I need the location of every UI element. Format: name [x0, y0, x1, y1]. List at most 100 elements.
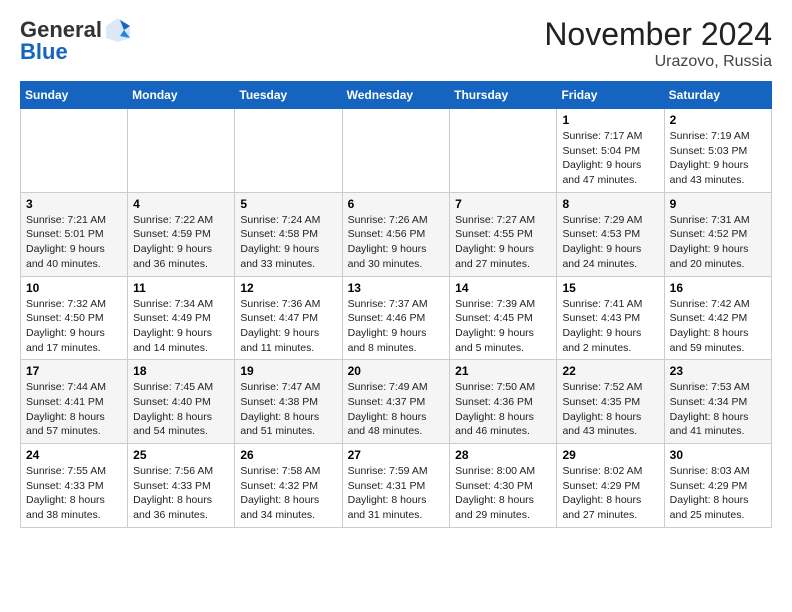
- col-friday: Friday: [557, 82, 664, 109]
- calendar-week-3: 10 Sunrise: 7:32 AM Sunset: 4:50 PM Dayli…: [21, 276, 772, 360]
- day-number: 24: [26, 448, 122, 462]
- day-info: Sunrise: 7:44 AM Sunset: 4:41 PM Dayligh…: [26, 380, 122, 439]
- table-row: 11 Sunrise: 7:34 AM Sunset: 4:49 PM Dayli…: [128, 276, 235, 360]
- table-row: 23 Sunrise: 7:53 AM Sunset: 4:34 PM Dayli…: [664, 360, 771, 444]
- day-number: 30: [670, 448, 766, 462]
- table-row: 18 Sunrise: 7:45 AM Sunset: 4:40 PM Dayli…: [128, 360, 235, 444]
- day-info: Sunrise: 7:24 AM Sunset: 4:58 PM Dayligh…: [240, 213, 336, 272]
- day-number: 3: [26, 197, 122, 211]
- month-title: November 2024: [544, 16, 772, 53]
- table-row: 7 Sunrise: 7:27 AM Sunset: 4:55 PM Daylig…: [450, 192, 557, 276]
- day-number: 21: [455, 364, 551, 378]
- day-number: 2: [670, 113, 766, 127]
- day-number: 22: [562, 364, 658, 378]
- day-info: Sunrise: 7:41 AM Sunset: 4:43 PM Dayligh…: [562, 297, 658, 356]
- day-number: 18: [133, 364, 229, 378]
- day-info: Sunrise: 7:19 AM Sunset: 5:03 PM Dayligh…: [670, 129, 766, 188]
- day-number: 17: [26, 364, 122, 378]
- table-row: 10 Sunrise: 7:32 AM Sunset: 4:50 PM Dayli…: [21, 276, 128, 360]
- table-row: 3 Sunrise: 7:21 AM Sunset: 5:01 PM Daylig…: [21, 192, 128, 276]
- day-number: 25: [133, 448, 229, 462]
- table-row: 13 Sunrise: 7:37 AM Sunset: 4:46 PM Dayli…: [342, 276, 450, 360]
- table-row: 6Sunrise: 7:26 AM Sunset: 4:56 PM Daylig…: [342, 192, 450, 276]
- day-number: 11: [133, 281, 229, 295]
- day-info: Sunrise: 8:02 AM Sunset: 4:29 PM Dayligh…: [562, 464, 658, 523]
- day-info: Sunrise: 7:58 AM Sunset: 4:32 PM Dayligh…: [240, 464, 336, 523]
- day-info: Sunrise: 7:39 AM Sunset: 4:45 PM Dayligh…: [455, 297, 551, 356]
- day-info: Sunrise: 7:34 AM Sunset: 4:49 PM Dayligh…: [133, 297, 229, 356]
- page-header: General Blue November 2024 Urazovo, Russ…: [20, 16, 772, 71]
- day-number: 4: [133, 197, 229, 211]
- day-number: 12: [240, 281, 336, 295]
- table-row: 14Sunrise: 7:39 AM Sunset: 4:45 PM Dayli…: [450, 276, 557, 360]
- day-info: Sunrise: 7:27 AM Sunset: 4:55 PM Dayligh…: [455, 213, 551, 272]
- day-info: Sunrise: 7:50 AM Sunset: 4:36 PM Dayligh…: [455, 380, 551, 439]
- day-number: 5: [240, 197, 336, 211]
- day-number: 7: [455, 197, 551, 211]
- location: Urazovo, Russia: [544, 53, 772, 71]
- table-row: 24Sunrise: 7:55 AM Sunset: 4:33 PM Dayli…: [21, 444, 128, 528]
- table-row: [235, 109, 342, 193]
- day-info: Sunrise: 7:53 AM Sunset: 4:34 PM Dayligh…: [670, 380, 766, 439]
- col-sunday: Sunday: [21, 82, 128, 109]
- calendar-week-1: 1 Sunrise: 7:17 AM Sunset: 5:04 PM Daylig…: [21, 109, 772, 193]
- table-row: [450, 109, 557, 193]
- day-info: Sunrise: 7:59 AM Sunset: 4:31 PM Dayligh…: [348, 464, 445, 523]
- table-row: 21 Sunrise: 7:50 AM Sunset: 4:36 PM Dayli…: [450, 360, 557, 444]
- day-info: Sunrise: 7:49 AM Sunset: 4:37 PM Dayligh…: [348, 380, 445, 439]
- table-row: 28 Sunrise: 8:00 AM Sunset: 4:30 PM Dayli…: [450, 444, 557, 528]
- day-number: 19: [240, 364, 336, 378]
- day-number: 16: [670, 281, 766, 295]
- table-row: 22 Sunrise: 7:52 AM Sunset: 4:35 PM Dayli…: [557, 360, 664, 444]
- table-row: 20Sunrise: 7:49 AM Sunset: 4:37 PM Dayli…: [342, 360, 450, 444]
- col-wednesday: Wednesday: [342, 82, 450, 109]
- day-info: Sunrise: 7:32 AM Sunset: 4:50 PM Dayligh…: [26, 297, 122, 356]
- day-number: 15: [562, 281, 658, 295]
- calendar-table: Sunday Monday Tuesday Wednesday Thursday…: [20, 81, 772, 528]
- day-number: 13: [348, 281, 445, 295]
- table-row: 27 Sunrise: 7:59 AM Sunset: 4:31 PM Dayli…: [342, 444, 450, 528]
- table-row: 25 Sunrise: 7:56 AM Sunset: 4:33 PM Dayli…: [128, 444, 235, 528]
- day-info: Sunrise: 7:29 AM Sunset: 4:53 PM Dayligh…: [562, 213, 658, 272]
- day-info: Sunrise: 7:45 AM Sunset: 4:40 PM Dayligh…: [133, 380, 229, 439]
- table-row: 15 Sunrise: 7:41 AM Sunset: 4:43 PM Dayli…: [557, 276, 664, 360]
- col-thursday: Thursday: [450, 82, 557, 109]
- col-tuesday: Tuesday: [235, 82, 342, 109]
- day-number: 8: [562, 197, 658, 211]
- day-number: 28: [455, 448, 551, 462]
- table-row: 4Sunrise: 7:22 AM Sunset: 4:59 PM Daylig…: [128, 192, 235, 276]
- table-row: 8 Sunrise: 7:29 AM Sunset: 4:53 PM Daylig…: [557, 192, 664, 276]
- day-number: 23: [670, 364, 766, 378]
- day-number: 10: [26, 281, 122, 295]
- day-number: 27: [348, 448, 445, 462]
- day-info: Sunrise: 8:00 AM Sunset: 4:30 PM Dayligh…: [455, 464, 551, 523]
- col-monday: Monday: [128, 82, 235, 109]
- day-info: Sunrise: 7:21 AM Sunset: 5:01 PM Dayligh…: [26, 213, 122, 272]
- calendar-week-5: 24Sunrise: 7:55 AM Sunset: 4:33 PM Dayli…: [21, 444, 772, 528]
- col-saturday: Saturday: [664, 82, 771, 109]
- table-row: 19Sunrise: 7:47 AM Sunset: 4:38 PM Dayli…: [235, 360, 342, 444]
- calendar-header-row: Sunday Monday Tuesday Wednesday Thursday…: [21, 82, 772, 109]
- day-info: Sunrise: 7:52 AM Sunset: 4:35 PM Dayligh…: [562, 380, 658, 439]
- table-row: [128, 109, 235, 193]
- table-row: 9 Sunrise: 7:31 AM Sunset: 4:52 PM Daylig…: [664, 192, 771, 276]
- table-row: [21, 109, 128, 193]
- day-info: Sunrise: 7:42 AM Sunset: 4:42 PM Dayligh…: [670, 297, 766, 356]
- table-row: 1 Sunrise: 7:17 AM Sunset: 5:04 PM Daylig…: [557, 109, 664, 193]
- day-info: Sunrise: 7:31 AM Sunset: 4:52 PM Dayligh…: [670, 213, 766, 272]
- calendar-week-2: 3 Sunrise: 7:21 AM Sunset: 5:01 PM Daylig…: [21, 192, 772, 276]
- table-row: 2 Sunrise: 7:19 AM Sunset: 5:03 PM Daylig…: [664, 109, 771, 193]
- day-number: 9: [670, 197, 766, 211]
- page-container: General Blue November 2024 Urazovo, Russ…: [0, 0, 792, 538]
- day-number: 1: [562, 113, 658, 127]
- table-row: 5 Sunrise: 7:24 AM Sunset: 4:58 PM Daylig…: [235, 192, 342, 276]
- day-info: Sunrise: 7:37 AM Sunset: 4:46 PM Dayligh…: [348, 297, 445, 356]
- day-info: Sunrise: 8:03 AM Sunset: 4:29 PM Dayligh…: [670, 464, 766, 523]
- day-info: Sunrise: 7:17 AM Sunset: 5:04 PM Dayligh…: [562, 129, 658, 188]
- table-row: [342, 109, 450, 193]
- table-row: 12Sunrise: 7:36 AM Sunset: 4:47 PM Dayli…: [235, 276, 342, 360]
- table-row: 30 Sunrise: 8:03 AM Sunset: 4:29 PM Dayli…: [664, 444, 771, 528]
- day-number: 6: [348, 197, 445, 211]
- day-info: Sunrise: 7:56 AM Sunset: 4:33 PM Dayligh…: [133, 464, 229, 523]
- table-row: 16 Sunrise: 7:42 AM Sunset: 4:42 PM Dayli…: [664, 276, 771, 360]
